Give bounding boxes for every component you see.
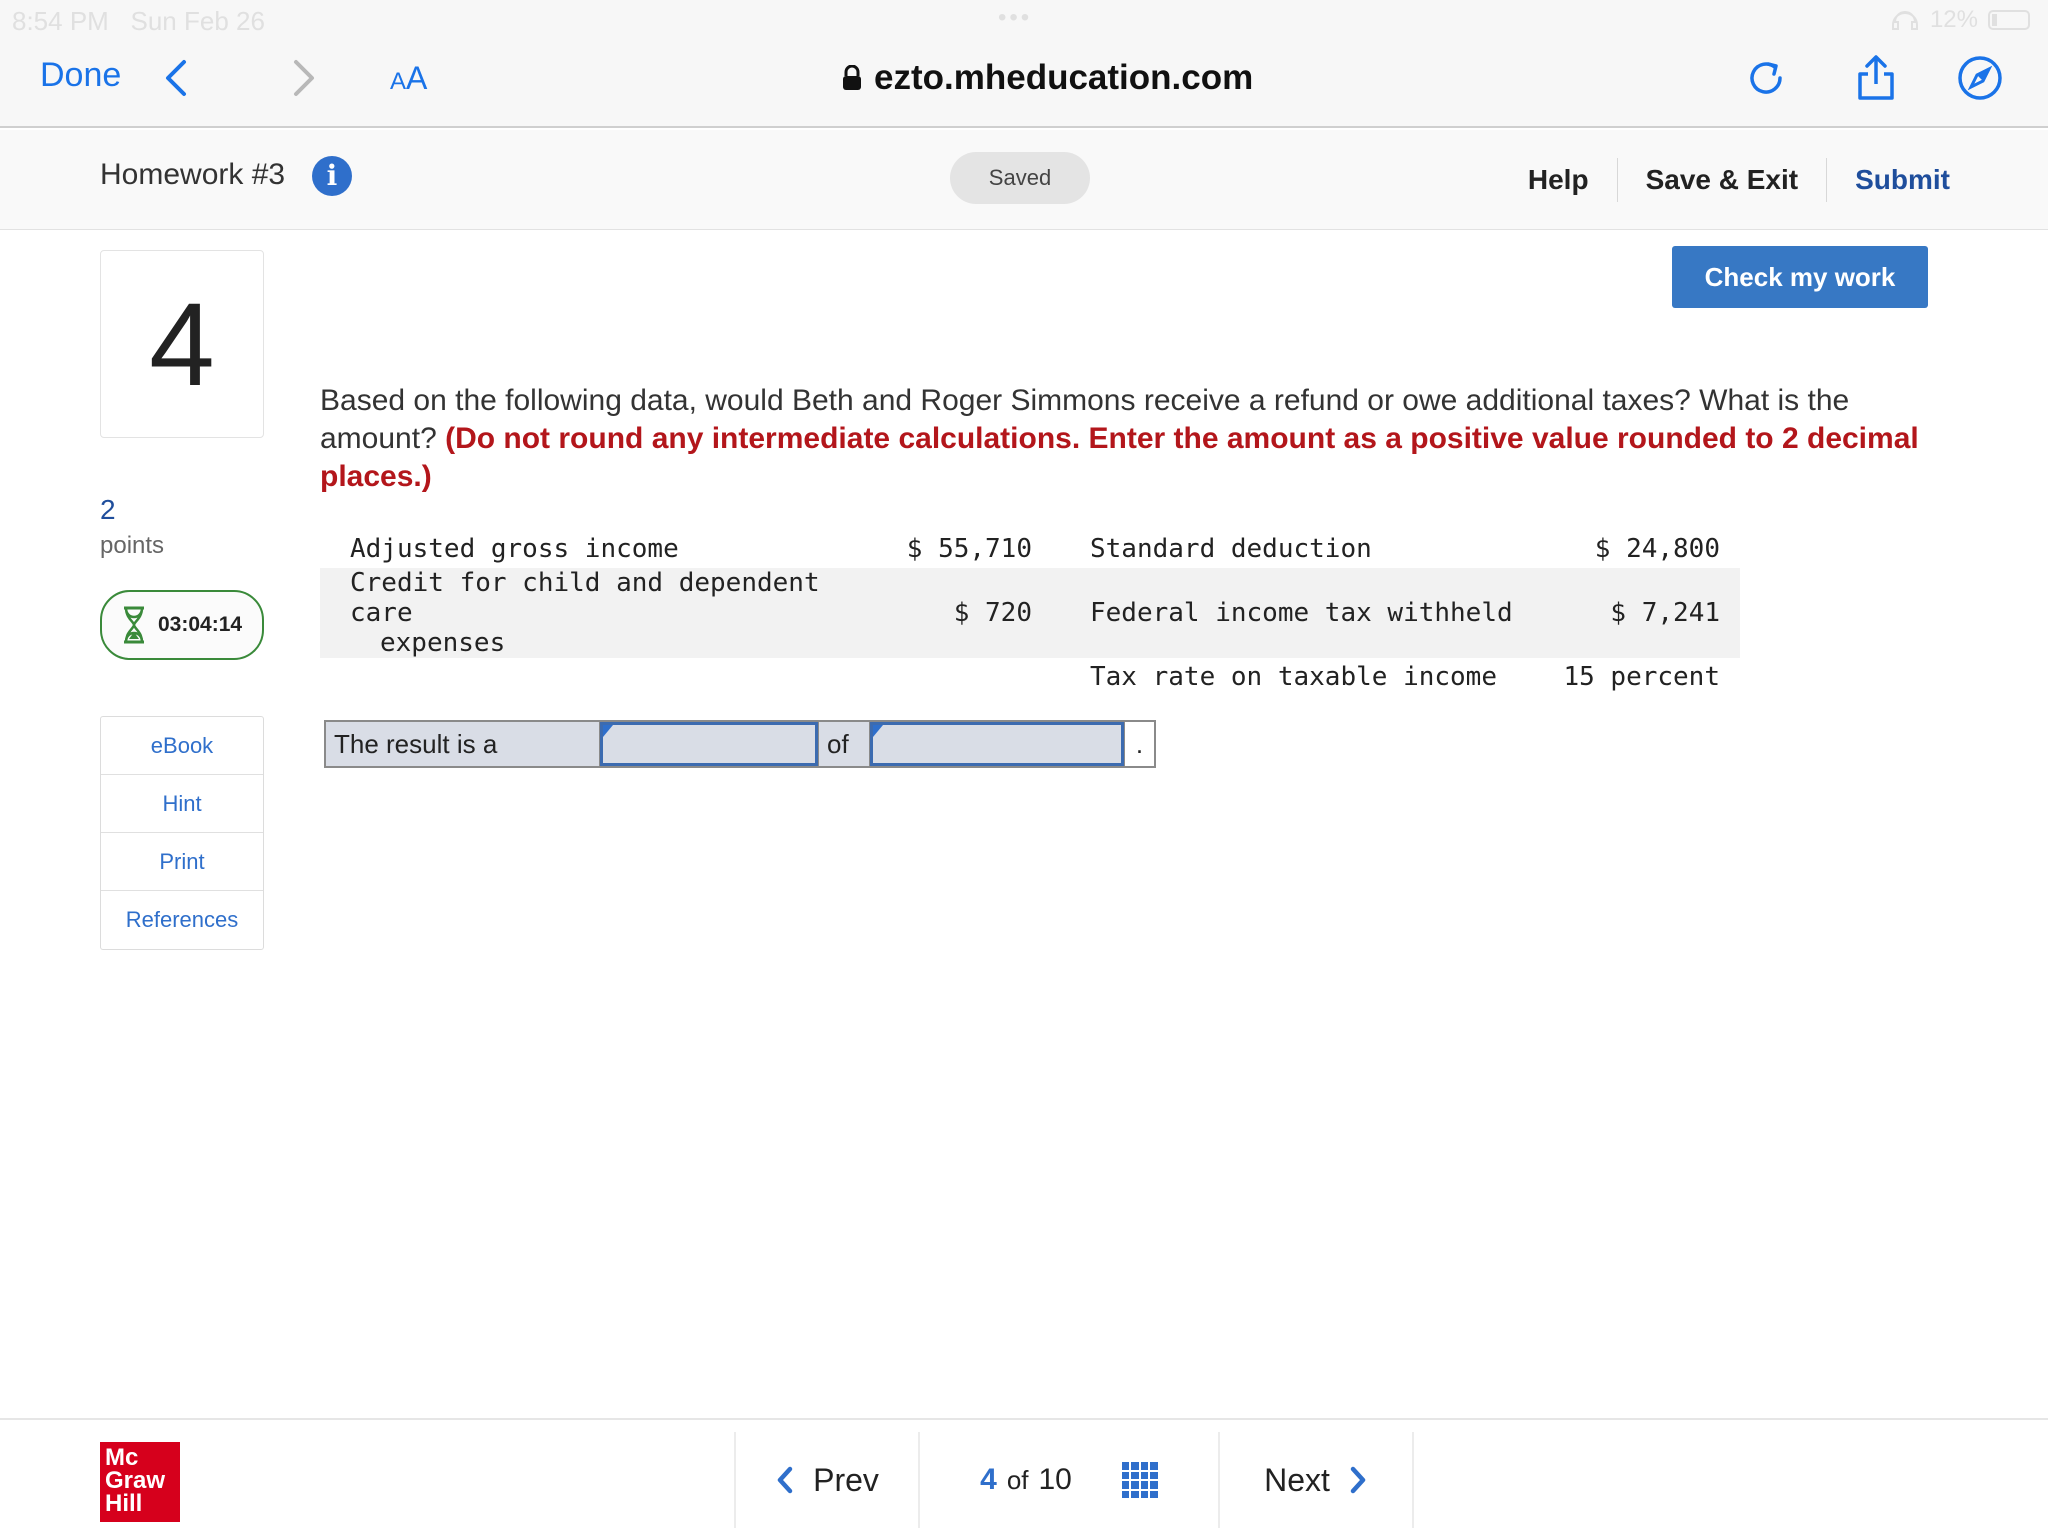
help-link[interactable]: Help — [1500, 158, 1617, 202]
back-chevron-icon[interactable] — [160, 58, 194, 98]
chevron-left-icon — [777, 1466, 793, 1494]
hourglass-icon — [124, 606, 144, 644]
check-my-work-button[interactable]: Check my work — [1672, 246, 1928, 308]
question-number-box: 4 — [100, 250, 264, 438]
logo-line: Graw — [105, 1467, 166, 1494]
question-pager: Prev 4 of 10 Next — [734, 1432, 1414, 1528]
ebook-link[interactable]: eBook — [101, 717, 263, 775]
data-table: Adjusted gross income $ 55,710 Standard … — [320, 530, 1740, 696]
answer-row: The result is a of . — [324, 720, 1156, 768]
reload-icon[interactable] — [1742, 54, 1790, 102]
table-cell-label: Federal income tax withheld — [1060, 568, 1520, 658]
saved-status-badge: Saved — [950, 152, 1090, 204]
save-exit-link[interactable]: Save & Exit — [1616, 158, 1827, 202]
table-cell-value: $ 720 — [860, 568, 1060, 658]
lock-icon — [843, 65, 861, 90]
table-row: Tax rate on taxable income 15 percent — [320, 658, 1740, 696]
forward-chevron-icon[interactable] — [286, 58, 320, 98]
done-button[interactable]: Done — [40, 56, 121, 95]
page-indicator[interactable]: 4 of 10 — [920, 1432, 1220, 1528]
prev-label: Prev — [813, 1461, 879, 1498]
timer-text: 03:04:14 — [158, 613, 243, 636]
hint-link[interactable]: Hint — [101, 775, 263, 833]
battery-icon — [1988, 10, 2030, 30]
header-actions: Help Save & Exit Submit — [1500, 150, 1950, 210]
table-cell-value: $ 7,241 — [1520, 568, 1740, 658]
table-cell-value: $ 55,710 — [906, 534, 1032, 564]
prev-button[interactable]: Prev — [736, 1432, 920, 1528]
table-cell-label: Adjusted gross income — [350, 534, 679, 564]
logo-line: Mc — [105, 1444, 139, 1471]
info-icon[interactable]: i — [312, 156, 352, 196]
question-number: 4 — [149, 279, 215, 411]
address-bar[interactable]: ezto.mheducation.com — [842, 56, 1253, 100]
text-size-button[interactable]: AA — [390, 60, 427, 97]
table-cell-label: Credit for child and dependent care expe… — [320, 568, 860, 658]
total-pages: 10 — [1038, 1463, 1072, 1496]
status-bar-right: 12% — [1890, 6, 2030, 34]
table-row: Adjusted gross income $ 55,710 Standard … — [320, 530, 1740, 568]
headphones-icon — [1891, 11, 1918, 30]
answer-prefix: The result is a — [326, 722, 600, 766]
homework-header: Homework #3 i Saved Help Save & Exit Sub… — [0, 130, 2048, 230]
print-link[interactable]: Print — [101, 833, 263, 891]
mcgraw-hill-logo: Mc Graw Hill — [100, 1442, 180, 1522]
status-date-text: Sun Feb 26 — [130, 6, 265, 36]
table-cell-value: $ 24,800 — [1594, 534, 1720, 564]
result-type-value — [603, 732, 619, 762]
table-label-line2: expenses — [380, 628, 506, 658]
battery-percent: 12% — [1929, 6, 1978, 33]
multitasking-dots-icon[interactable]: ••• — [998, 4, 1032, 32]
question-tools: eBook Hint Print References — [100, 716, 264, 950]
table-label-line1: Credit for child and dependent care — [350, 568, 820, 628]
chevron-right-icon — [1350, 1466, 1366, 1494]
answer-of-label: of — [818, 722, 870, 766]
logo-line: Hill — [105, 1490, 143, 1517]
footer: Mc Graw Hill Prev 4 of 10 Next — [0, 1418, 2048, 1536]
table-cell-label: Standard deduction — [1090, 534, 1372, 564]
amount-value — [873, 732, 889, 762]
submit-link[interactable]: Submit — [1826, 158, 1950, 202]
points-label: points — [100, 532, 165, 559]
question-instructions: (Do not round any intermediate calculati… — [320, 422, 1919, 493]
page-of-label: of — [1006, 1464, 1029, 1495]
next-label: Next — [1264, 1461, 1330, 1498]
next-button[interactable]: Next — [1220, 1432, 1414, 1528]
question-text: Based on the following data, would Beth … — [320, 382, 1940, 496]
compass-icon[interactable] — [1956, 54, 2004, 102]
share-icon[interactable] — [1852, 54, 1900, 102]
timer-badge: 03:04:14 — [100, 590, 264, 660]
grid-icon — [1121, 1462, 1158, 1498]
url-text: ezto.mheducation.com — [874, 58, 1254, 97]
points-value: 2 — [100, 494, 116, 525]
status-time-text: 8:54 PM — [12, 6, 109, 36]
table-row: Credit for child and dependent care expe… — [320, 568, 1740, 658]
aa-small-letter: A — [390, 68, 407, 95]
homework-title: Homework #3 — [100, 158, 286, 191]
table-cell-empty — [860, 658, 1060, 696]
aa-big-letter: A — [406, 60, 428, 96]
answer-period: . — [1124, 722, 1154, 766]
table-cell-label: Tax rate on taxable income — [1090, 662, 1497, 692]
table-cell-empty — [320, 658, 860, 696]
status-bar-time: 8:54 PM Sun Feb 26 — [12, 6, 265, 37]
table-cell-value: 15 percent — [1563, 662, 1720, 692]
browser-toolbar: 8:54 PM Sun Feb 26 ••• 12% Done AA ezto.… — [0, 0, 2048, 128]
references-link[interactable]: References — [101, 891, 263, 949]
result-type-dropdown[interactable] — [600, 722, 818, 766]
current-page: 4 — [980, 1463, 997, 1496]
amount-input[interactable] — [870, 722, 1124, 766]
